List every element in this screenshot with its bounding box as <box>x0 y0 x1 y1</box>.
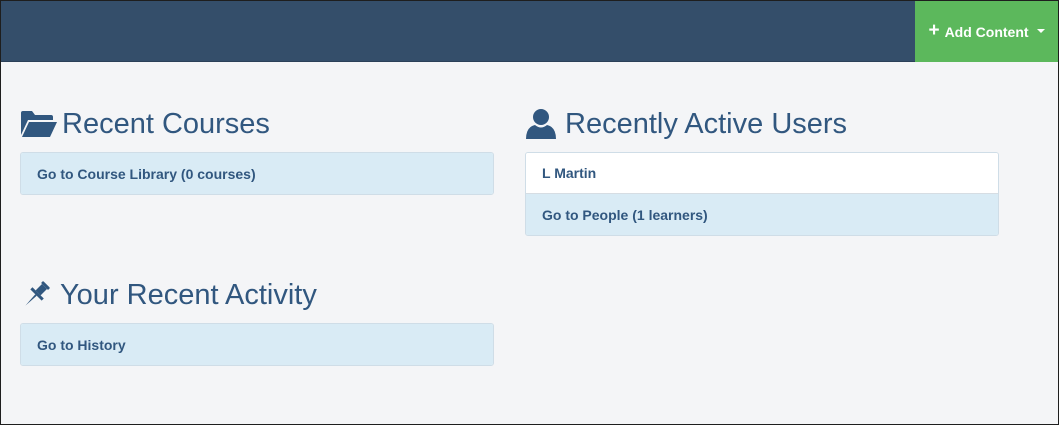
recent-activity-list: Go to History <box>20 323 494 366</box>
plus-icon: + <box>928 19 940 41</box>
recently-active-users-heading: Recently Active Users <box>525 106 999 142</box>
recently-active-users-section: Recently Active Users L Martin Go to Peo… <box>525 106 999 236</box>
recent-courses-section: Recent Courses Go to Course Library (0 c… <box>20 106 494 195</box>
user-list-item[interactable]: L Martin <box>526 153 998 194</box>
add-content-label: Add Content <box>944 23 1029 40</box>
user-icon <box>525 108 557 140</box>
recent-activity-title: Your Recent Activity <box>60 278 317 311</box>
recent-courses-title: Recent Courses <box>62 107 270 140</box>
course-library-link[interactable]: Go to Course Library (0 courses) <box>21 153 493 194</box>
recent-activity-heading: Your Recent Activity <box>20 277 494 313</box>
top-navbar: + Add Content <box>1 1 1058 62</box>
people-link[interactable]: Go to People (1 learners) <box>526 194 998 235</box>
recent-courses-list: Go to Course Library (0 courses) <box>20 152 494 195</box>
pushpin-icon <box>20 280 52 310</box>
recently-active-users-title: Recently Active Users <box>565 107 848 140</box>
recent-activity-section: Your Recent Activity Go to History <box>20 277 494 366</box>
add-content-button[interactable]: + Add Content <box>915 1 1058 62</box>
recent-courses-heading: Recent Courses <box>20 106 494 142</box>
folder-open-icon <box>20 109 58 139</box>
caret-down-icon <box>1036 28 1045 33</box>
app-window: + Add Content Recent Courses Go to Cours… <box>0 0 1059 425</box>
history-link[interactable]: Go to History <box>21 324 493 365</box>
active-users-list: L Martin Go to People (1 learners) <box>525 152 999 236</box>
